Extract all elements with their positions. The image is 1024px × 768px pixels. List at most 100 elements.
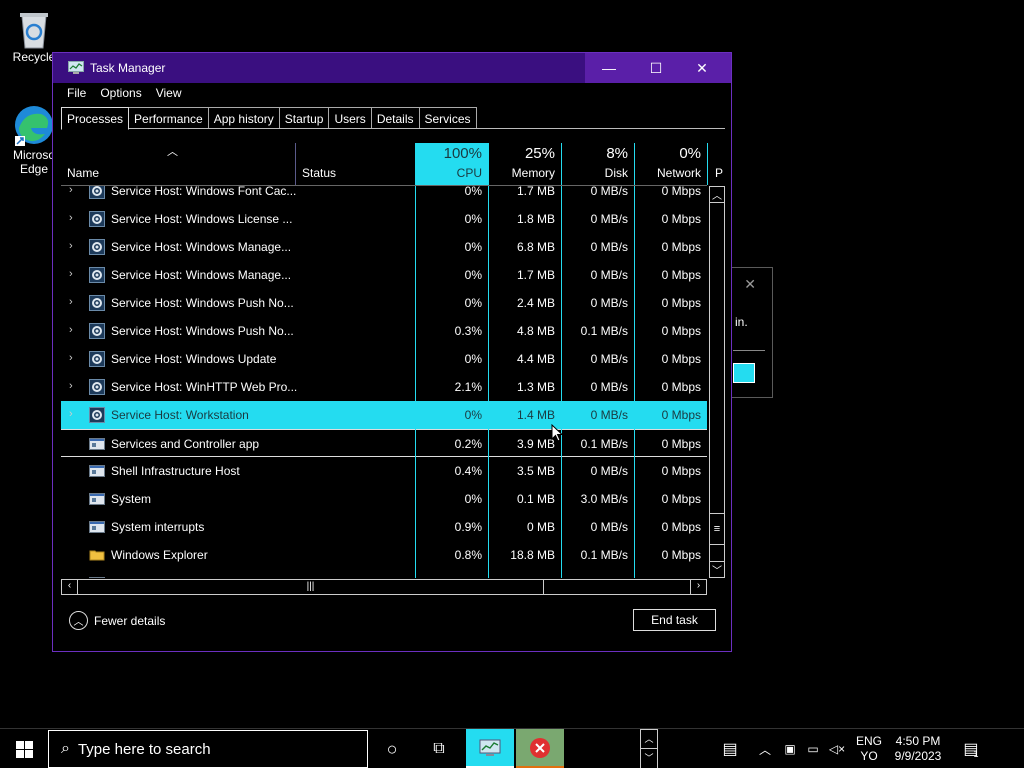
chevron-down-icon[interactable]: ﹀ [641,749,657,768]
process-disk: 0 MB/s [590,186,628,198]
chevron-right-icon[interactable]: › [69,186,73,196]
table-row[interactable]: › Service Host: Windows Manage... 0% 6.8 MB… [61,233,707,261]
tab-services[interactable]: Services [418,107,477,129]
dialog-text: in. [735,315,748,329]
table-row[interactable]: System interrupts 0.9% 0 MB 0 MB/s 0 Mbps [61,513,707,541]
table-row[interactable]: › Service Host: Windows Push No... 0% 2.4 M… [61,289,707,317]
process-network: 0 Mbps [661,186,701,198]
process-app-icon [89,575,105,578]
menu-file[interactable]: File [67,86,86,100]
tab-details[interactable]: Details [370,107,420,129]
scroll-right-icon[interactable]: › [690,580,706,594]
chevron-right-icon[interactable]: › [69,212,73,224]
cortana-button[interactable]: ○ [370,729,414,768]
menu-options[interactable]: Options [100,86,141,100]
tab-app-history[interactable]: App history [207,107,280,129]
tab-startup[interactable]: Startup [278,107,330,129]
search-placeholder: Type here to search [77,740,211,758]
horizontal-scrollbar[interactable]: ‹ ||| › [61,579,707,595]
scroll-thumb-horizontal[interactable]: ||| [78,580,544,594]
scroll-up-icon[interactable]: ︿ [710,187,724,203]
column-header-status[interactable]: Status [295,143,415,185]
fewer-details-button[interactable]: ︿ Fewer details [69,611,165,630]
process-cpu: 0% [464,268,482,282]
table-row[interactable]: › Service Host: Workstation 0% 1.4 MB 0 MB/s… [61,401,707,429]
column-header-disk[interactable]: 8% Disk [561,143,634,185]
process-memory: 4.4 MB [516,352,555,366]
scroll-thumb[interactable]: ≡ [710,513,724,545]
taskbar-task-manager[interactable] [466,729,514,768]
tab-performance[interactable]: Performance [128,107,209,129]
table-row[interactable]: Shell Infrastructure Host 0.4% 3.5 MB 0 MB/… [61,457,707,485]
chevron-right-icon[interactable]: › [69,324,73,336]
title-bar[interactable]: Task Manager — ☐ ✕ [53,53,731,83]
dialog-close-icon[interactable]: ✕ [744,276,756,293]
tab-users[interactable]: Users [328,107,372,129]
chevron-right-icon[interactable]: › [69,240,73,252]
table-row[interactable]: Windows Explorer 0.8% 18.8 MB 0.1 MB/s 0 Mbp… [61,541,707,569]
process-name: Services and Controller app [111,437,260,451]
scroll-left-icon[interactable]: ‹ [62,580,78,594]
process-network: 0 Mbps [661,212,701,226]
column-header-network[interactable]: 0% Network [634,143,707,185]
chevron-right-icon[interactable]: › [69,296,73,308]
chevron-right-icon[interactable]: › [69,408,73,420]
tab-processes[interactable]: Processes [61,107,130,130]
notification-center-button[interactable]: ▤ 1 [956,729,986,768]
table-row[interactable]: › Service Host: Windows Update 0% 4.4 MB 0 M… [61,345,707,373]
chevron-up-icon[interactable]: ︿ [641,730,657,749]
news-icon: ▤ [722,741,738,758]
tab-divider [61,128,725,129]
table-row[interactable]: System 0% 0.1 MB 3.0 MB/s 0 Mbps [61,485,707,513]
minimize-button[interactable]: — [586,53,632,83]
column-divider [415,186,416,578]
column-label: Status [302,166,337,180]
meet-now-icon[interactable]: ▣ [780,729,800,768]
news-button[interactable]: ▤ [714,729,746,768]
column-header-memory[interactable]: 25% Memory [488,143,561,185]
process-name: Shell Infrastructure Host [111,464,240,478]
language-indicator[interactable]: ENG YO [852,729,886,768]
taskbar-error-app[interactable] [516,729,564,768]
process-memory: 0 MB [526,520,555,534]
taskbar-search-box[interactable]: ⌕ Type here to search [48,730,368,768]
task-view-button[interactable]: ⧉ [416,729,462,768]
column-header-cpu[interactable]: 100% CPU [415,143,488,185]
table-row[interactable]: › Service Host: Windows Font Cac... 0% 1.7 … [61,186,707,205]
chevron-right-icon[interactable]: › [69,352,73,364]
mouse-cursor-icon [551,423,564,445]
volume-muted-icon[interactable]: ◁× [826,729,848,768]
table-row[interactable]: › Service Host: Windows Manage... 0% 1.7 MB… [61,261,707,289]
process-name: Service Host: Windows Manage... [111,240,292,254]
chevron-right-icon[interactable]: › [69,268,73,280]
table-row[interactable]: › Service Host: WinHTTP Web Pro... 2.1% 1.3… [61,373,707,401]
scroll-down-icon[interactable]: ﹀ [710,561,724,577]
task-manager-window: Task Manager — ☐ ✕ File Options View Pro… [52,52,732,652]
taskbar-scroll[interactable]: ︿ ﹀ [640,729,658,768]
clock[interactable]: 4:50 PM 9/9/2023 [890,729,946,768]
end-task-button[interactable]: End task [633,609,716,631]
dialog-ok-button[interactable] [733,363,755,383]
close-button[interactable]: ✕ [679,53,725,83]
column-percent: 8% [606,145,628,162]
column-header-power[interactable]: P [707,143,725,185]
start-button[interactable] [0,729,48,768]
column-header-name[interactable]: ︿ Name [61,143,294,185]
table-row[interactable]: Services and Controller app 0.2% 3.9 MB 0.1… [61,429,707,457]
error-icon [530,737,550,758]
vertical-scrollbar[interactable]: ︿ ≡ ﹀ [709,186,725,578]
network-icon[interactable]: ▭ [803,729,823,768]
tray-overflow-button[interactable]: ︿ [754,729,776,768]
notification-count: 1 [973,749,979,759]
recycle-bin-icon [13,6,55,49]
process-memory: 1.4 MB [516,408,555,422]
table-row[interactable]: › Service Host: Windows Push No... 0.3% 4.8… [61,317,707,345]
process-gear-icon [89,407,105,423]
table-row[interactable]: › Service Host: Windows License ... 0% 1.8 … [61,205,707,233]
menu-view[interactable]: View [156,86,182,100]
chevron-right-icon[interactable]: › [69,380,73,392]
table-row[interactable]: Windows Logon Application 0% 1.4 MB 0 MB/s 0… [61,569,707,578]
column-label: P [715,166,724,180]
maximize-button[interactable]: ☐ [633,53,679,83]
process-list: › Service Host: Windows Font Cac... 0% 1.7 … [61,186,707,578]
